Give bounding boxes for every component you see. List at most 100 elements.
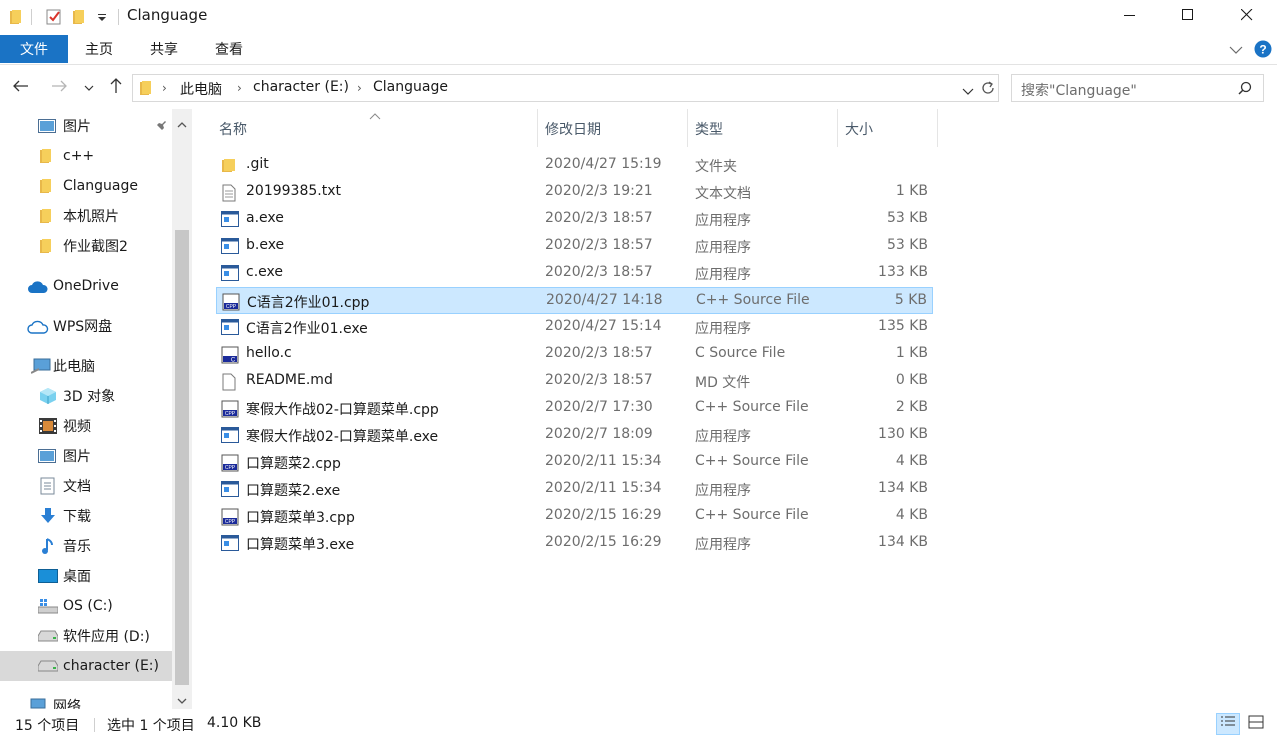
- pin-icon[interactable]: [154, 119, 168, 137]
- file-name: 口算题菜单3.exe: [246, 537, 355, 553]
- sidebar-item-label: WPS网盘: [53, 319, 113, 335]
- search-box[interactable]: 搜索"Clanguage": [1011, 74, 1264, 102]
- sidebar-item-onedrive[interactable]: OneDrive: [0, 271, 172, 301]
- recent-locations-button[interactable]: [80, 77, 98, 99]
- arrow-up-icon: [110, 78, 122, 98]
- sidebar-item-documents[interactable]: 文档: [0, 471, 172, 501]
- search-input[interactable]: 搜索"Clanguage": [1021, 80, 1137, 100]
- sidebar-item-downloads[interactable]: 下载: [0, 501, 172, 531]
- file-row[interactable]: Chello.c 2020/2/3 18:57 C Source File 1 KB: [216, 341, 933, 368]
- tab-file[interactable]: 文件: [0, 35, 68, 63]
- maximize-button[interactable]: [1159, 0, 1217, 34]
- scroll-up-icon[interactable]: [177, 117, 187, 133]
- file-row[interactable]: 寒假大作战02-口算题菜单.exe 2020/2/7 18:09 应用程序 130 K…: [216, 422, 933, 449]
- address-row: › 此电脑 › character (E:) › Clanguage 搜索"Cl…: [0, 65, 1277, 109]
- sidebar-item-e-drive[interactable]: character (E:): [0, 651, 172, 681]
- onedrive-cloud-icon: [27, 280, 48, 296]
- large-icons-view-button[interactable]: [1244, 713, 1268, 735]
- scrollbar-thumb[interactable]: [175, 230, 189, 685]
- sidebar-item-label: 下载: [63, 509, 91, 525]
- sidebar-item-this-pc[interactable]: 此电脑: [0, 351, 172, 381]
- svg-text:CPP: CPP: [225, 519, 236, 525]
- tab-view[interactable]: 查看: [215, 35, 243, 63]
- file-row[interactable]: 口算题菜2.exe 2020/2/11 15:34 应用程序 134 KB: [216, 476, 933, 503]
- details-view-button[interactable]: [1216, 713, 1240, 735]
- file-row[interactable]: CPP 口算题菜2.cpp 2020/2/11 15:34 C++ Source Fi…: [216, 449, 933, 476]
- sidebar-item-desktop[interactable]: 桌面: [0, 561, 172, 591]
- sidebar-item-cpp-folder[interactable]: c++: [0, 141, 172, 171]
- file-type: 文本文档: [695, 186, 751, 202]
- tab-share[interactable]: 共享: [150, 35, 178, 63]
- file-size: 1 KB: [895, 345, 928, 361]
- file-row[interactable]: CPP 寒假大作战02-口算题菜单.cpp 2020/2/7 17:30 C++ So…: [216, 395, 933, 422]
- sidebar-item-network[interactable]: 网络: [0, 691, 172, 709]
- breadcrumb-this-pc[interactable]: 此电脑: [180, 79, 222, 99]
- sort-ascending-icon: [369, 109, 381, 125]
- breadcrumb-chevron-icon[interactable]: ›: [162, 81, 167, 95]
- search-icon[interactable]: [1238, 81, 1252, 99]
- cpp-file-icon: CPP: [221, 454, 239, 472]
- sidebar-item-d-drive[interactable]: 软件应用 (D:): [0, 621, 172, 651]
- sidebar-item-wps-cloud[interactable]: WPS网盘: [0, 311, 172, 341]
- navigation-scrollbar[interactable]: [172, 109, 192, 709]
- file-row[interactable]: 20199385.txt 2020/2/3 19:21 文本文档 1 KB: [216, 179, 933, 206]
- breadcrumb-chevron-icon[interactable]: ›: [357, 81, 362, 95]
- sidebar-item-label: 文档: [63, 479, 91, 495]
- folder-icon[interactable]: [9, 7, 23, 27]
- file-row[interactable]: c.exe 2020/2/3 18:57 应用程序 133 KB: [216, 260, 933, 287]
- file-row[interactable]: 口算题菜单3.exe 2020/2/15 16:29 应用程序 134 KB: [216, 530, 933, 557]
- file-date: 2020/4/27 14:18: [546, 292, 663, 308]
- breadcrumb-current-folder[interactable]: Clanguage: [373, 79, 448, 95]
- forward-button[interactable]: [48, 77, 70, 99]
- refresh-icon[interactable]: [980, 80, 996, 100]
- sidebar-item-pictures[interactable]: 图片: [0, 441, 172, 471]
- tab-home[interactable]: 主页: [85, 35, 113, 63]
- file-row[interactable]: C语言2作业01.exe 2020/4/27 15:14 应用程序 135 KB: [216, 314, 933, 341]
- sidebar-item-clanguage[interactable]: Clanguage: [0, 171, 172, 201]
- sidebar-item-videos[interactable]: 视频: [0, 411, 172, 441]
- sidebar-item-local-photos[interactable]: 本机照片: [0, 201, 172, 231]
- help-icon[interactable]: ?: [1254, 40, 1272, 62]
- expand-ribbon-chevron-icon[interactable]: [1229, 43, 1243, 59]
- file-row[interactable]: b.exe 2020/2/3 18:57 应用程序 53 KB: [216, 233, 933, 260]
- sidebar-item-os-drive[interactable]: OS (C:): [0, 591, 172, 621]
- column-header-type[interactable]: 类型: [695, 119, 723, 139]
- address-history-chevron-icon[interactable]: [962, 84, 974, 100]
- close-button[interactable]: [1218, 0, 1276, 34]
- file-row[interactable]: a.exe 2020/2/3 18:57 应用程序 53 KB: [216, 206, 933, 233]
- sidebar-item-label: 图片: [63, 119, 91, 135]
- sidebar-item-pictures-quick[interactable]: 图片: [0, 111, 172, 141]
- file-row[interactable]: CPP 口算题菜单3.cpp 2020/2/15 16:29 C++ Source F…: [216, 503, 933, 530]
- file-row[interactable]: README.md 2020/2/3 18:57 MD 文件 0 KB: [216, 368, 933, 395]
- column-header-date[interactable]: 修改日期: [545, 119, 601, 139]
- sidebar-item-homework-screenshots[interactable]: 作业截图2: [0, 231, 172, 261]
- videos-icon: [39, 417, 57, 434]
- customize-toolbar-chevron-icon[interactable]: [96, 7, 108, 27]
- file-size: 0 KB: [895, 372, 928, 388]
- file-date: 2020/2/15 16:29: [545, 534, 662, 550]
- this-pc-icon: [30, 358, 51, 374]
- sidebar-item-3d-objects[interactable]: 3D 对象: [0, 381, 172, 411]
- column-header-name[interactable]: 名称: [219, 119, 247, 139]
- sidebar-item-label: 网络: [53, 699, 81, 709]
- file-row[interactable]: .git 2020/4/27 15:19 文件夹: [216, 152, 933, 179]
- file-row[interactable]: CPP C语言2作业01.cpp 2020/4/27 14:18 C++ Source…: [216, 287, 933, 314]
- arrow-left-icon: [13, 80, 29, 96]
- properties-icon[interactable]: [45, 7, 63, 27]
- cpp-file-icon: CPP: [221, 508, 239, 526]
- file-date: 2020/4/27 15:19: [545, 156, 662, 172]
- back-button[interactable]: [10, 77, 32, 99]
- file-date: 2020/4/27 15:14: [545, 318, 662, 334]
- breadcrumb-chevron-icon[interactable]: ›: [237, 81, 242, 95]
- sidebar-item-label: OneDrive: [53, 278, 119, 294]
- new-folder-icon[interactable]: [72, 7, 86, 27]
- up-button[interactable]: [105, 77, 127, 99]
- music-icon: [40, 537, 58, 554]
- sidebar-item-music[interactable]: 音乐: [0, 531, 172, 561]
- column-header-size[interactable]: 大小: [845, 119, 873, 139]
- breadcrumb-drive[interactable]: character (E:): [253, 79, 349, 95]
- address-bar[interactable]: › 此电脑 › character (E:) › Clanguage: [132, 74, 999, 102]
- minimize-button[interactable]: [1101, 0, 1159, 34]
- file-name: C语言2作业01.exe: [246, 321, 368, 337]
- scroll-down-icon[interactable]: [177, 693, 187, 709]
